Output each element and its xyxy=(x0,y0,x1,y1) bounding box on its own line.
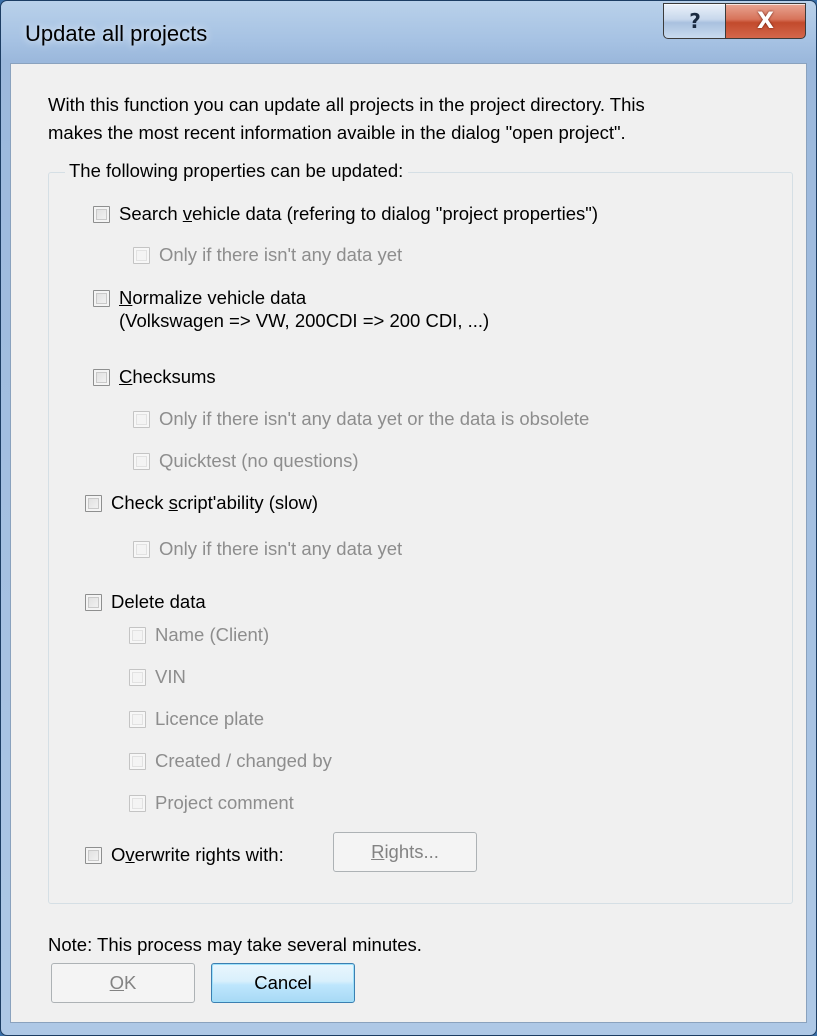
checksums-label: Checksums xyxy=(119,366,216,387)
close-icon: X xyxy=(757,8,774,34)
help-icon: ? xyxy=(689,9,701,33)
rights-button[interactable]: Rights... xyxy=(333,832,477,872)
checksums-only-if-empty-label: Only if there isn't any data yet or the … xyxy=(159,408,590,429)
overwrite-rights-option[interactable]: Overwrite rights with: xyxy=(85,844,284,866)
note-text: Note: This process may take several minu… xyxy=(48,934,422,955)
checksums-only-if-empty-checkbox[interactable] xyxy=(133,410,150,428)
ok-button[interactable]: OK xyxy=(51,963,195,1003)
description-line-1: With this function you can update all pr… xyxy=(48,94,645,115)
properties-group-label: The following properties can be updated: xyxy=(65,160,409,182)
script-only-if-empty-checkbox[interactable] xyxy=(133,540,150,558)
delete-created-changed-by-option[interactable]: Created / changed by xyxy=(129,750,332,772)
delete-project-comment-checkbox[interactable] xyxy=(129,794,146,812)
normalize-vehicle-data-checkbox[interactable] xyxy=(93,290,110,307)
delete-vin-option[interactable]: VIN xyxy=(129,666,186,688)
normalize-vehicle-data-label: Normalize vehicle data (Volkswagen => VW… xyxy=(119,287,490,331)
script-only-if-empty-option[interactable]: Only if there isn't any data yet xyxy=(133,538,402,560)
delete-name-client-checkbox[interactable] xyxy=(129,626,146,644)
title-bar[interactable]: Update all projects ? X xyxy=(1,1,816,63)
cancel-button-label: Cancel xyxy=(254,972,312,993)
delete-data-option[interactable]: Delete data xyxy=(85,591,206,613)
check-scriptability-label: Check script'ability (slow) xyxy=(111,492,319,513)
overwrite-rights-label: Overwrite rights with: xyxy=(111,844,284,865)
dialog-body: With this function you can update all pr… xyxy=(10,63,807,1023)
description-line-2: makes the most recent information avaibl… xyxy=(48,122,626,143)
delete-created-changed-by-checkbox[interactable] xyxy=(129,752,146,770)
search-vehicle-data-label: Search vehicle data (refering to dialog … xyxy=(119,203,598,224)
delete-licence-plate-option[interactable]: Licence plate xyxy=(129,708,264,730)
delete-vin-checkbox[interactable] xyxy=(129,668,146,686)
checksums-option[interactable]: Checksums xyxy=(93,366,216,388)
delete-name-client-option[interactable]: Name (Client) xyxy=(129,624,269,646)
checksums-checkbox[interactable] xyxy=(93,368,110,386)
quicktest-checkbox[interactable] xyxy=(133,452,150,470)
delete-licence-plate-label: Licence plate xyxy=(155,708,265,729)
check-scriptability-checkbox[interactable] xyxy=(85,494,102,512)
check-scriptability-option[interactable]: Check script'ability (slow) xyxy=(85,492,318,514)
search-only-if-empty-label: Only if there isn't any data yet xyxy=(159,244,403,265)
help-button[interactable]: ? xyxy=(663,3,727,39)
delete-licence-plate-checkbox[interactable] xyxy=(129,710,146,728)
dialog-window: Update all projects ? X With this functi… xyxy=(0,0,817,1036)
quicktest-label: Quicktest (no questions) xyxy=(159,450,359,471)
delete-created-changed-by-label: Created / changed by xyxy=(155,750,332,771)
delete-data-label: Delete data xyxy=(111,591,206,612)
normalize-vehicle-data-option[interactable]: Normalize vehicle data (Volkswagen => VW… xyxy=(93,286,489,332)
description-text: With this function you can update all pr… xyxy=(48,91,768,147)
delete-name-client-label: Name (Client) xyxy=(155,624,270,645)
quicktest-option[interactable]: Quicktest (no questions) xyxy=(133,450,358,472)
search-only-if-empty-checkbox[interactable] xyxy=(133,246,150,264)
checksums-only-if-empty-option[interactable]: Only if there isn't any data yet or the … xyxy=(133,408,589,430)
delete-vin-label: VIN xyxy=(155,666,186,687)
window-title: Update all projects xyxy=(25,21,208,46)
delete-data-checkbox[interactable] xyxy=(85,593,102,611)
search-vehicle-data-option[interactable]: Search vehicle data (refering to dialog … xyxy=(93,203,598,225)
delete-project-comment-option[interactable]: Project comment xyxy=(129,792,294,814)
cancel-button[interactable]: Cancel xyxy=(211,963,355,1003)
search-only-if-empty-option[interactable]: Only if there isn't any data yet xyxy=(133,244,402,266)
script-only-if-empty-label: Only if there isn't any data yet xyxy=(159,538,403,559)
close-button[interactable]: X xyxy=(725,3,806,39)
normalize-example-text: (Volkswagen => VW, 200CDI => 200 CDI, ..… xyxy=(119,310,490,331)
search-vehicle-data-checkbox[interactable] xyxy=(93,205,110,223)
delete-project-comment-label: Project comment xyxy=(155,792,294,813)
overwrite-rights-checkbox[interactable] xyxy=(85,846,102,864)
